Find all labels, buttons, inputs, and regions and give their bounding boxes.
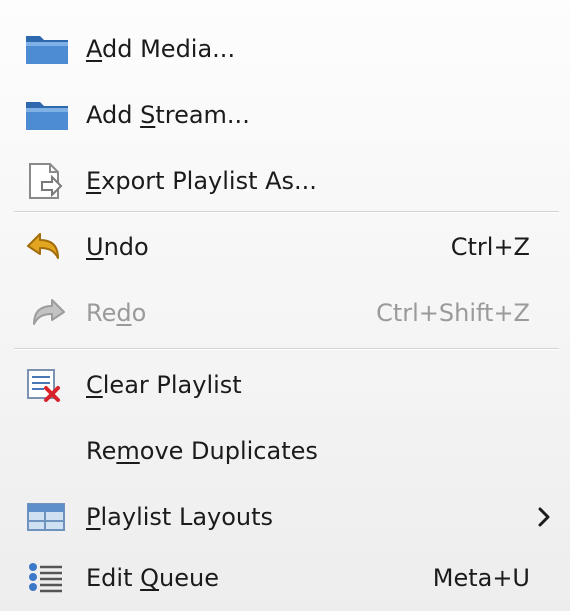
queue-list-icon	[29, 563, 62, 593]
menu-item-clear-playlist[interactable]: Clear Playlist	[0, 352, 570, 418]
undo-shortcut: Ctrl+Z	[450, 233, 530, 261]
playlist-layouts-label: Playlist Layouts	[86, 503, 274, 531]
add-media-label: Add Media...	[86, 35, 236, 63]
menu-item-redo[interactable]: Redo Ctrl+Shift+Z	[0, 280, 570, 346]
menu-item-remove-duplicates[interactable]: Remove Duplicates	[0, 418, 570, 484]
chevron-right-icon	[538, 507, 550, 527]
export-playlist-label: Export Playlist As...	[86, 167, 317, 195]
folder-icon	[26, 36, 68, 64]
folder-icon	[26, 102, 68, 130]
undo-icon	[27, 233, 59, 259]
menu-separator	[14, 348, 559, 350]
menu-item-edit-queue[interactable]: Edit Queue Meta+U	[0, 545, 570, 611]
menu-separator	[14, 211, 559, 213]
clear-playlist-label: Clear Playlist	[86, 371, 242, 399]
menu-item-export-playlist[interactable]: Export Playlist As...	[0, 148, 570, 214]
redo-shortcut: Ctrl+Shift+Z	[376, 299, 530, 327]
menu-item-add-stream[interactable]: Add Stream...	[0, 82, 570, 148]
remove-duplicates-label: Remove Duplicates	[86, 437, 318, 465]
export-document-icon	[29, 163, 63, 199]
clear-playlist-icon	[27, 369, 60, 402]
playlist-layout-icon	[27, 503, 65, 531]
undo-label: Undo	[86, 233, 149, 261]
menu-item-add-media[interactable]: Add Media...	[0, 16, 570, 82]
menu-item-playlist-layouts[interactable]: Playlist Layouts	[0, 484, 570, 550]
redo-label: Redo	[86, 299, 147, 327]
edit-queue-shortcut: Meta+U	[432, 564, 530, 592]
add-stream-label: Add Stream...	[86, 101, 250, 129]
edit-queue-label: Edit Queue	[86, 564, 219, 592]
redo-icon	[33, 299, 65, 325]
menu-item-undo[interactable]: Undo Ctrl+Z	[0, 214, 570, 280]
playlist-context-menu: Add Media... Add Stream... Export Playli…	[0, 0, 570, 611]
